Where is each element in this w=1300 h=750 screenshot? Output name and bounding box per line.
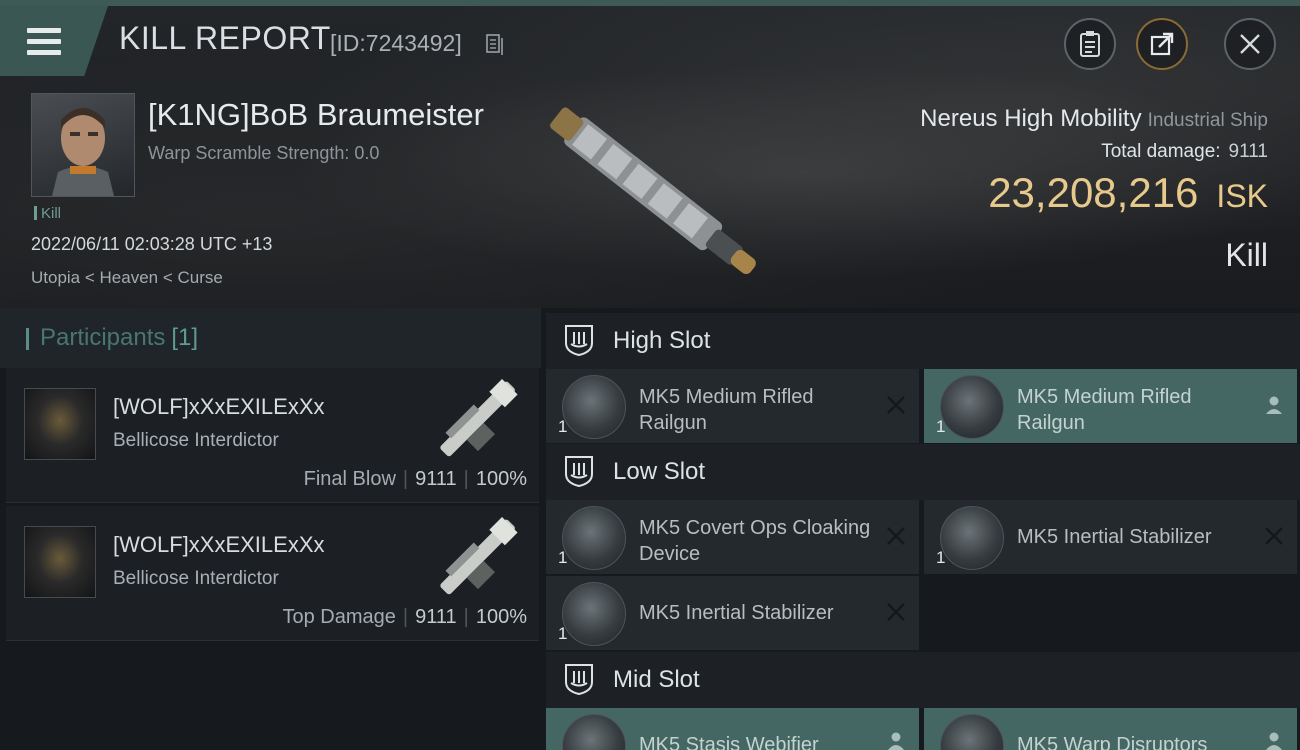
copy-icon[interactable] [486, 34, 504, 56]
ship-summary: Nereus High Mobility Industrial Ship Tota… [920, 105, 1268, 274]
high-slot-header: High Slot [546, 313, 1300, 369]
module-name: MK5 Medium Rifled Railgun [1017, 386, 1192, 434]
destroyed-x-icon [887, 396, 905, 414]
destroyed-x-icon [887, 527, 905, 545]
page-title: KILL REPORT [119, 20, 331, 56]
high-slot-shield-icon [565, 325, 593, 357]
destroyed-x-icon [1265, 527, 1283, 545]
inertial-stabilizer-icon [562, 582, 626, 646]
mid-slot-shield-icon [565, 664, 593, 696]
stasis-webifier-icon [562, 714, 626, 750]
participant-ship-icon [440, 378, 518, 457]
clipboard-icon [1080, 31, 1100, 57]
inertial-stabilizer-icon [940, 506, 1004, 570]
clipboard-button[interactable] [1064, 18, 1116, 70]
share-icon [1150, 32, 1174, 56]
participant-row[interactable]: [WOLF]xXxEXILExXx Bellicose Interdictor … [6, 506, 539, 641]
victim-ship-image [550, 107, 756, 275]
mid-slot-header: Mid Slot [546, 652, 1300, 708]
participant-stats: Final Blow | 9111 | 100% [303, 468, 527, 490]
participant-percent: 100% [475, 468, 527, 490]
kill-tag: Kill [34, 205, 61, 222]
participant-name: [WOLF]xXxEXILExXx [113, 532, 325, 557]
participant-stat-label: Top Damage [282, 606, 396, 628]
low-slot-label: Low Slot [613, 458, 706, 485]
railgun-icon [562, 375, 626, 439]
railgun-icon [940, 375, 1004, 439]
participant-damage: 9111 [415, 468, 457, 490]
share-button[interactable] [1136, 18, 1188, 70]
cloaking-device-icon [562, 506, 626, 570]
participant-avatar[interactable] [24, 526, 96, 598]
module-name: MK5 Inertial Stabilizer [639, 602, 834, 624]
kill-location: Utopia < Heaven < Curse [31, 268, 223, 287]
victim-avatar[interactable] [31, 93, 135, 197]
high-slot-label: High Slot [613, 327, 711, 354]
warp-scramble-strength: Warp Scramble Strength: 0.0 [148, 143, 380, 163]
module-item[interactable]: 1 MK5 Covert Ops Cloaking Device [546, 500, 919, 574]
participant-stats: Top Damage | 9111 | 100% [282, 606, 528, 628]
module-item[interactable]: MK5 Warp Disruptors [924, 708, 1297, 750]
destroyed-x-icon [887, 603, 905, 621]
participant-ship: Bellicose Interdictor [113, 430, 279, 451]
module-item[interactable]: 1 MK5 Medium Rifled Railgun [546, 369, 919, 443]
ship-name[interactable]: Nereus High Mobility [920, 105, 1141, 132]
module-name: MK5 Warp Disruptors [1017, 734, 1208, 750]
pilot-portrait [52, 108, 114, 196]
participants-count: [1] [171, 324, 199, 351]
participants-label: Participants [40, 324, 166, 351]
total-damage-label: Total damage: [1101, 141, 1221, 162]
module-item[interactable]: 1 MK5 Medium Rifled Railgun [924, 369, 1297, 443]
victim-name[interactable]: [K1NG]BoB Braumeister [148, 97, 484, 133]
total-damage-value: 9111 [1228, 141, 1268, 162]
kill-datetime: 2022/06/11 02:03:28 UTC +13 [31, 234, 273, 254]
top-strip [0, 0, 1300, 6]
kill-result: Kill [1225, 237, 1268, 273]
warp-disruptor-icon [940, 714, 1004, 750]
module-name: MK5 Stasis Webifier [639, 734, 819, 750]
close-icon [1240, 34, 1260, 54]
low-slot-shield-icon [565, 456, 593, 488]
close-button[interactable] [1224, 18, 1276, 70]
low-slot-header: Low Slot [546, 444, 1300, 500]
report-id: [ID:7243492] [330, 30, 462, 56]
ship-class: Industrial Ship [1147, 110, 1268, 131]
person-icon [888, 732, 904, 750]
isk-unit: ISK [1216, 178, 1268, 214]
participant-row[interactable]: [WOLF]xXxEXILExXx Bellicose Interdictor … [6, 368, 539, 503]
module-quantity: 1 [558, 548, 568, 567]
mid-slot-label: Mid Slot [613, 666, 700, 693]
participant-ship: Bellicose Interdictor [113, 568, 279, 589]
participant-damage: 9111 [415, 606, 457, 628]
isk-value: 23,208,216 [988, 169, 1199, 216]
module-name: MK5 Covert Ops Cloaking Device [639, 517, 871, 565]
participant-stat-label: Final Blow [303, 468, 396, 490]
hamburger-icon [27, 28, 61, 55]
person-icon [1266, 732, 1282, 750]
module-quantity: 1 [936, 548, 946, 567]
module-name: MK5 Medium Rifled Railgun [639, 386, 814, 434]
module-name: MK5 Inertial Stabilizer [1017, 526, 1212, 548]
module-item[interactable]: 1 MK5 Inertial Stabilizer [546, 576, 919, 650]
module-quantity: 1 [558, 417, 568, 436]
person-icon [1266, 396, 1282, 414]
module-item[interactable]: 1 MK5 Inertial Stabilizer [924, 500, 1297, 574]
participants-header: Participants [1] [0, 308, 541, 368]
participants-accent-bar [26, 328, 29, 350]
participant-percent: 100% [475, 606, 527, 628]
participant-avatar[interactable] [24, 388, 96, 460]
module-item[interactable]: MK5 Stasis Webifier [546, 708, 919, 750]
participant-ship-icon [440, 516, 518, 595]
module-quantity: 1 [558, 624, 568, 643]
participant-name: [WOLF]xXxEXILExXx [113, 394, 325, 419]
module-quantity: 1 [936, 417, 946, 436]
